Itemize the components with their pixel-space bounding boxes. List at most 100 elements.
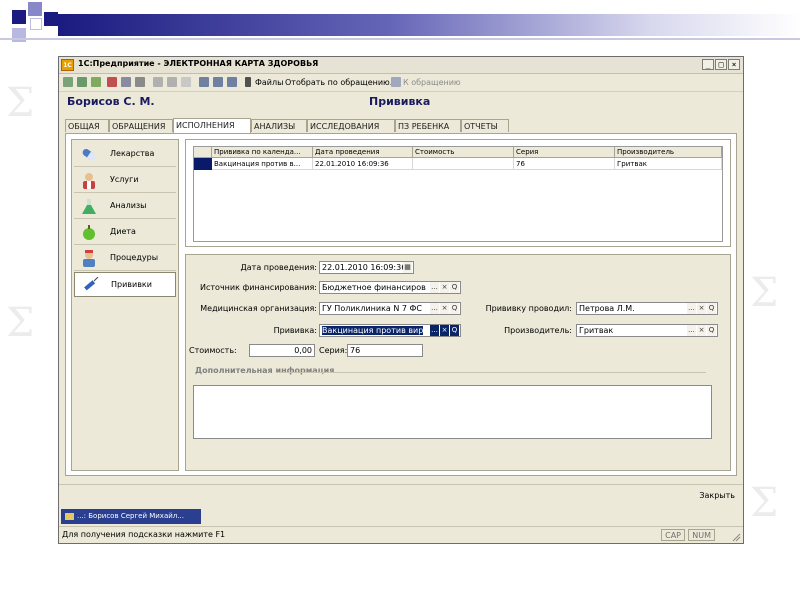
tab-reports[interactable]: ОТЧЕТЫ — [461, 119, 509, 132]
window-tab[interactable]: ...: Борисов Сергей Михайл... — [61, 509, 201, 524]
section-divider — [276, 372, 706, 373]
sidebar-item-label: Анализы — [110, 201, 147, 210]
post-icon[interactable] — [121, 77, 131, 87]
row-selection-marker[interactable] — [194, 158, 212, 170]
close-button[interactable]: Закрыть — [699, 491, 735, 500]
delete-icon[interactable] — [107, 77, 117, 87]
to-request-icon[interactable] — [391, 77, 401, 87]
clear-icon[interactable]: × — [440, 325, 449, 336]
clear-icon[interactable]: × — [440, 282, 449, 293]
manufacturer-field[interactable]: Гритвак ... × Q — [576, 324, 718, 337]
syringe-icon — [84, 277, 99, 291]
table-cell[interactable]: Гритвак — [615, 158, 722, 170]
filter-icon[interactable] — [153, 77, 163, 87]
title-bar[interactable]: 1C 1С:Предприятие - ЭЛЕКТРОННАЯ КАРТА ЗД… — [59, 57, 743, 74]
search-icon[interactable]: Q — [450, 325, 459, 336]
tab-general[interactable]: ОБЩАЯ — [65, 119, 109, 132]
decor-sigma: Σ — [6, 300, 35, 346]
calendar-icon[interactable]: ▦ — [403, 262, 412, 273]
save-icon[interactable] — [135, 77, 145, 87]
sidebar-item-label: Услуги — [110, 175, 139, 184]
select-button[interactable]: ... — [430, 282, 439, 293]
new-icon[interactable] — [63, 77, 73, 87]
decor-square — [30, 18, 42, 30]
table-header-cell[interactable]: Прививка по календа... — [212, 147, 313, 158]
performer-label: Прививку проводил: — [485, 304, 572, 313]
tab-requests[interactable]: ОБРАЩЕНИЯ — [109, 119, 173, 132]
sort-asc-icon[interactable] — [213, 77, 223, 87]
vaccination-field[interactable]: Вакцинация против вир ... × Q — [319, 324, 461, 337]
files-button[interactable]: Файлы — [255, 78, 283, 87]
sidebar-item-label: Лекарства — [110, 149, 155, 158]
select-button[interactable]: ... — [687, 303, 696, 314]
flask-icon — [82, 199, 96, 214]
finance-label: Источник финансирования: — [200, 283, 317, 292]
paperclip-icon[interactable] — [245, 77, 251, 87]
sidebar-item-diet[interactable]: Диета — [74, 220, 176, 245]
folder-icon — [65, 513, 74, 520]
table-header-cell[interactable]: Производитель — [615, 147, 722, 158]
tab-analyses[interactable]: АНАЛИЗЫ — [251, 119, 307, 132]
clear-icon[interactable]: × — [440, 303, 449, 314]
series-field[interactable]: 76 — [347, 344, 423, 357]
sidebar-item-analyses[interactable]: Анализы — [74, 194, 176, 219]
decor-sigma: Σ — [6, 80, 35, 126]
clear-icon[interactable]: × — [697, 325, 706, 336]
select-button[interactable]: ... — [430, 303, 439, 314]
sidebar-item-label: Диета — [110, 227, 136, 236]
decor-square — [44, 12, 58, 26]
manufacturer-label: Производитель: — [504, 326, 572, 335]
clear-icon[interactable]: × — [697, 303, 706, 314]
extra-info-textarea[interactable] — [193, 385, 712, 439]
tab-child-health[interactable]: ПЗ РЕБЕНКА — [395, 119, 461, 132]
org-field[interactable]: ГУ Поликлиника N 7 ФС ... × Q — [319, 302, 461, 315]
sidebar-item-medicines[interactable]: Лекарства — [74, 142, 176, 167]
table-header-cell[interactable]: Дата проведения — [313, 147, 413, 158]
show-by-request-button[interactable]: Отобрать по обращению... — [285, 78, 397, 87]
cost-field[interactable]: 0,00 — [249, 344, 315, 357]
sidebar-item-vaccinations[interactable]: Прививки — [74, 272, 176, 297]
sort-desc-icon[interactable] — [227, 77, 237, 87]
search-icon[interactable]: Q — [450, 282, 459, 293]
table-header-cell[interactable]: Серия — [514, 147, 615, 158]
filter-clear-icon[interactable] — [181, 77, 191, 87]
caps-indicator: CAP — [661, 529, 685, 541]
app-icon: 1C — [61, 59, 74, 71]
tab-executions[interactable]: ИСПОЛНЕНИЯ — [173, 118, 251, 133]
table-cell[interactable]: Вакцинация против в... — [212, 158, 313, 170]
close-window-button[interactable]: × — [728, 59, 740, 70]
table-cell[interactable]: 22.01.2010 16:09:36 — [313, 158, 413, 170]
manufacturer-value: Гритвак — [579, 326, 614, 335]
capsule-icon — [82, 148, 97, 162]
finance-field[interactable]: Бюджетное финансиров ... × Q — [319, 281, 461, 294]
search-icon[interactable]: Q — [707, 303, 716, 314]
tab-research[interactable]: ИССЛЕДОВАНИЯ — [307, 119, 395, 132]
resize-grip-icon[interactable] — [731, 532, 741, 542]
vaccinations-table[interactable]: Прививка по календа... Дата проведения С… — [193, 146, 723, 242]
performer-field[interactable]: Петрова Л.М. ... × Q — [576, 302, 718, 315]
sidebar-item-procedures[interactable]: Процедуры — [74, 246, 176, 271]
search-icon[interactable]: Q — [450, 303, 459, 314]
select-button[interactable]: ... — [430, 325, 439, 336]
minimize-button[interactable]: _ — [702, 59, 714, 70]
maximize-button[interactable]: □ — [715, 59, 727, 70]
table-cell[interactable]: 76 — [514, 158, 615, 170]
search-icon[interactable]: Q — [707, 325, 716, 336]
table-header-cell[interactable]: Стоимость — [413, 147, 514, 158]
filter-list-icon[interactable] — [167, 77, 177, 87]
table-cell[interactable] — [413, 158, 514, 170]
cost-value: 0,00 — [294, 346, 312, 355]
to-request-button[interactable]: К обращению — [403, 78, 461, 87]
copy-icon[interactable] — [77, 77, 87, 87]
cost-label: Стоимость: — [189, 346, 237, 355]
decor-square — [12, 10, 26, 24]
tree-icon[interactable] — [199, 77, 209, 87]
table-header-cell[interactable] — [194, 147, 212, 158]
vaccination-label: Прививка: — [273, 326, 317, 335]
date-field[interactable]: 22.01.2010 16:09:36 ▦ — [319, 261, 414, 274]
sidebar-item-label: Прививки — [111, 280, 152, 289]
sidebar-item-services[interactable]: Услуги — [74, 168, 176, 193]
edit-icon[interactable] — [91, 77, 101, 87]
select-button[interactable]: ... — [687, 325, 696, 336]
status-hint: Для получения подсказки нажмите F1 — [62, 530, 226, 539]
